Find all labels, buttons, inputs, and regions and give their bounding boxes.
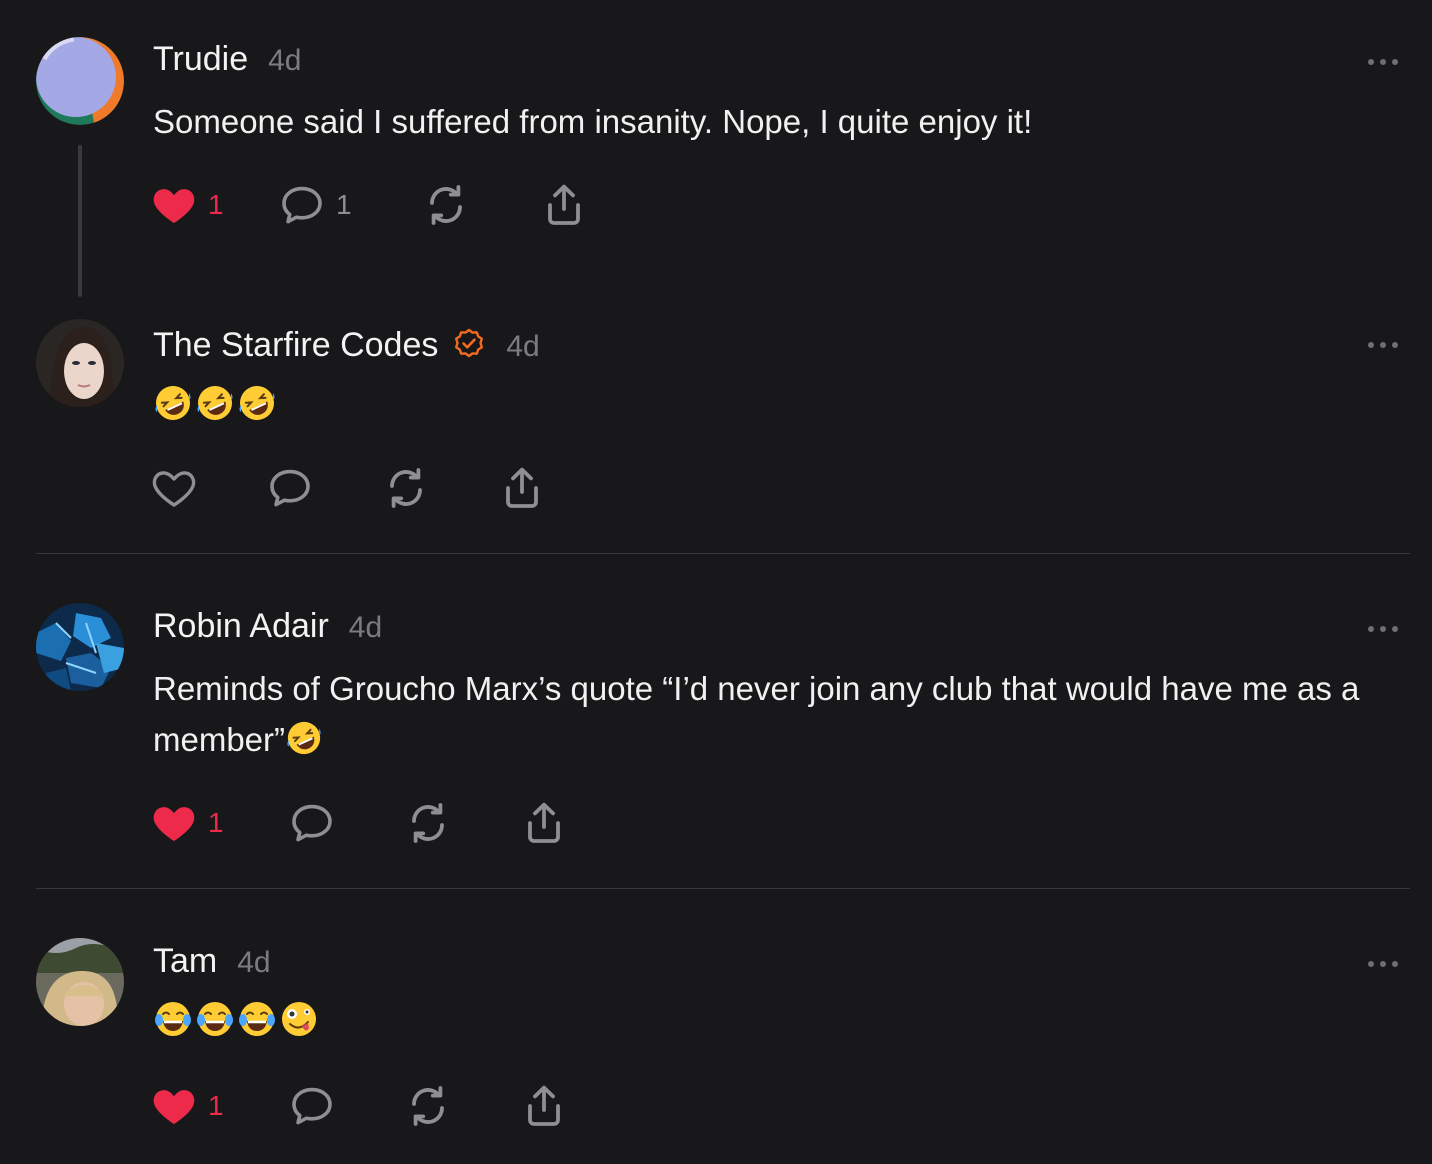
reply-button[interactable] (266, 464, 314, 512)
tears-of-joy-emoji-icon (237, 999, 277, 1039)
author-name[interactable]: Robin Adair (153, 607, 329, 646)
repost-button[interactable] (404, 1082, 452, 1130)
comment-bubble-icon (288, 799, 336, 847)
repost-button[interactable] (382, 464, 430, 512)
comment-divider (36, 553, 1410, 554)
author-name[interactable]: The Starfire Codes (153, 326, 438, 365)
author-name[interactable]: Tam (153, 942, 217, 981)
share-icon (540, 181, 588, 229)
avatar[interactable] (36, 37, 124, 125)
like-count: 1 (208, 807, 224, 838)
more-options-icon[interactable] (1366, 959, 1400, 969)
share-button[interactable] (520, 1082, 568, 1130)
like-button[interactable]: 1 (150, 181, 224, 229)
comment-text: Someone said I suffered from insanity. N… (153, 103, 1033, 140)
repost-icon (404, 1082, 452, 1130)
share-button[interactable] (540, 181, 588, 229)
share-icon (520, 1082, 568, 1130)
post-time: 4d (268, 44, 302, 77)
share-icon (498, 464, 546, 512)
heart-outline-icon (150, 464, 198, 512)
like-button[interactable]: 1 (150, 1082, 224, 1130)
rolling-laughing-emoji-icon (195, 383, 235, 423)
comment-text: Reminds of Groucho Marx’s quote “I’d nev… (153, 670, 1360, 758)
rolling-laughing-emoji-icon (237, 383, 277, 423)
repost-icon (382, 464, 430, 512)
rolling-laughing-emoji-icon (153, 383, 193, 423)
comment-bubble-icon (278, 181, 326, 229)
heart-filled-icon (150, 1082, 198, 1130)
repost-icon (404, 799, 452, 847)
post-time: 4d (348, 611, 383, 644)
like-button[interactable]: 1 (150, 799, 224, 847)
reply-button[interactable] (288, 799, 336, 847)
comment-bubble-icon (288, 1082, 336, 1130)
thread-connector-line (78, 145, 82, 297)
share-button[interactable] (498, 464, 546, 512)
heart-filled-icon (150, 181, 198, 229)
like-count: 1 (208, 1090, 224, 1121)
zany-face-emoji-icon (279, 999, 319, 1039)
heart-filled-icon (150, 799, 198, 847)
post-time: 4d (237, 946, 271, 979)
comment-text-block: Reminds of Groucho Marx’s quote “I’d nev… (153, 663, 1393, 765)
reply-button[interactable]: 1 (278, 181, 352, 229)
repost-icon (422, 181, 470, 229)
more-options-icon[interactable] (1366, 624, 1400, 634)
emoji-message (153, 999, 321, 1039)
share-button[interactable] (520, 799, 568, 847)
rolling-laughing-emoji-icon (285, 719, 323, 757)
share-icon (520, 799, 568, 847)
avatar[interactable] (36, 319, 124, 407)
repost-button[interactable] (404, 799, 452, 847)
comment-divider (36, 888, 1410, 889)
like-count: 1 (208, 189, 224, 220)
post-time: 4d (506, 330, 540, 363)
avatar[interactable] (36, 938, 124, 1026)
like-button[interactable] (150, 464, 198, 512)
tears-of-joy-emoji-icon (153, 999, 193, 1039)
comment-bubble-icon (266, 464, 314, 512)
avatar[interactable] (36, 603, 124, 691)
reply-button[interactable] (288, 1082, 336, 1130)
author-name[interactable]: Trudie (153, 40, 248, 79)
tears-of-joy-emoji-icon (195, 999, 235, 1039)
repost-button[interactable] (422, 181, 470, 229)
verified-badge-icon (455, 328, 484, 358)
more-options-icon[interactable] (1366, 57, 1400, 67)
emoji-message (153, 383, 279, 423)
more-options-icon[interactable] (1366, 340, 1400, 350)
reply-count: 1 (336, 189, 352, 220)
